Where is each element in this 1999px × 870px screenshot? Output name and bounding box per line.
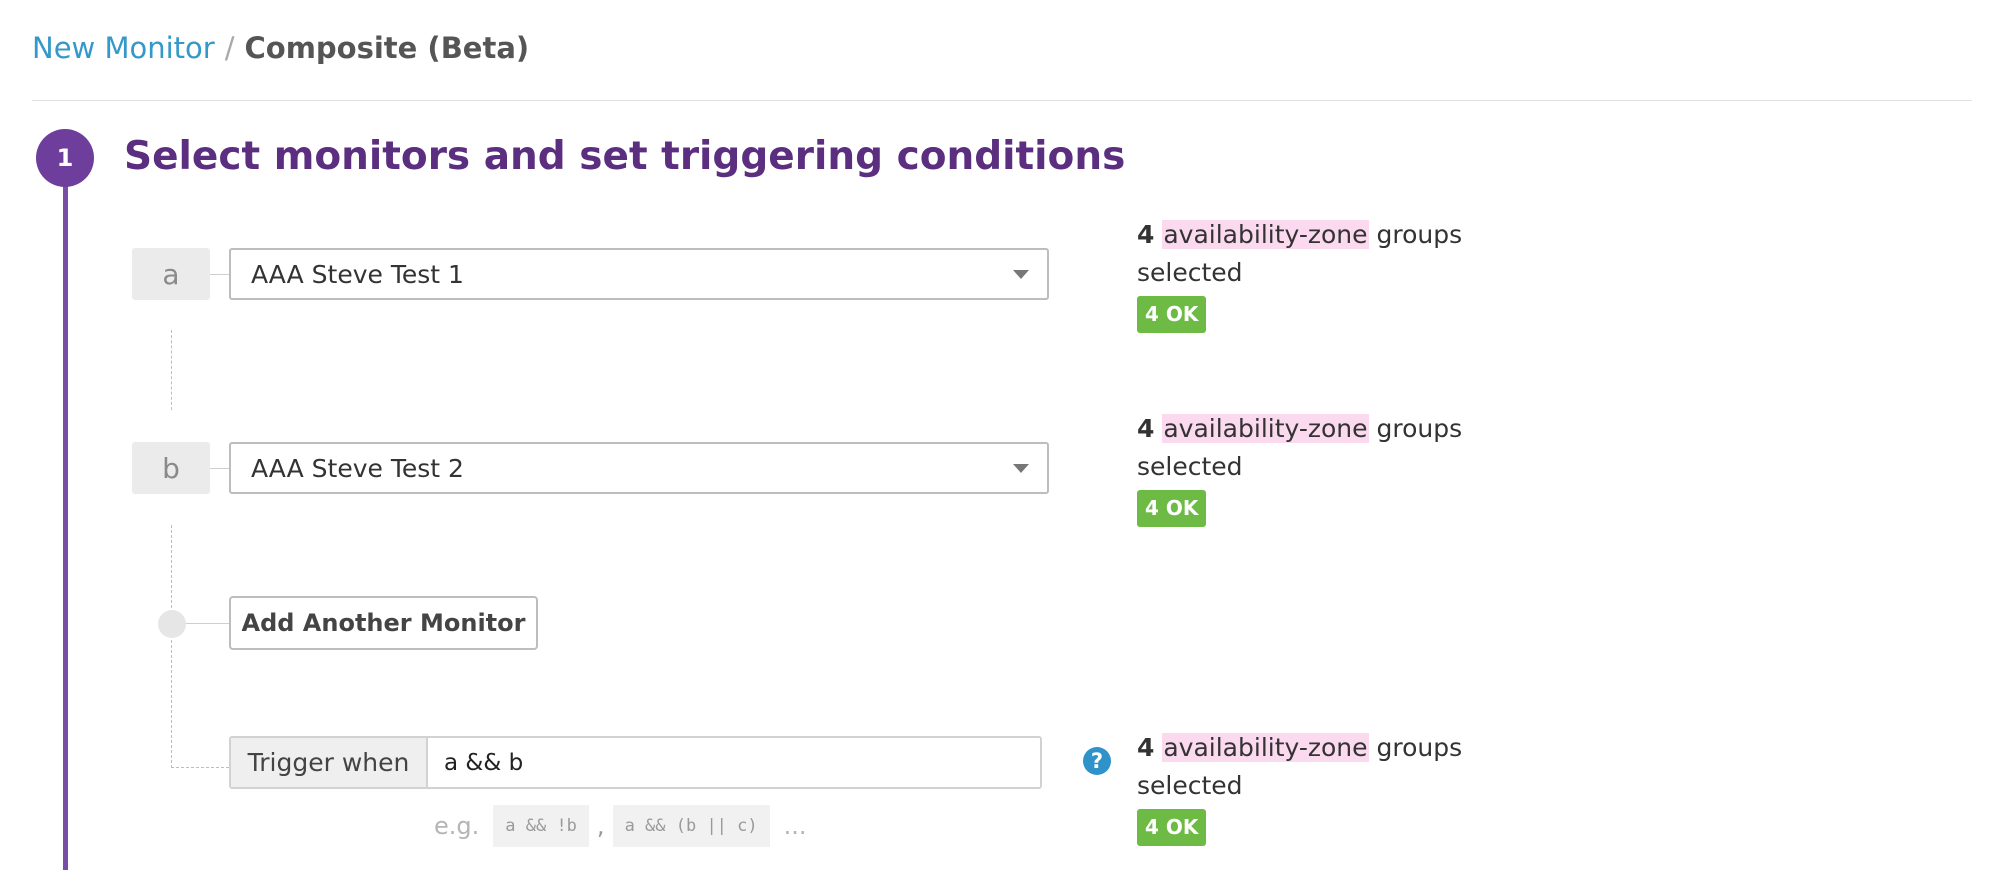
breadcrumb: New Monitor / Composite (Beta)	[32, 28, 529, 68]
header-divider	[32, 100, 1972, 101]
monitor-a-select[interactable]: AAA Steve Test 1	[229, 248, 1049, 300]
selected-label: selected	[1137, 258, 1243, 287]
examples-separator: ,	[596, 812, 605, 840]
selected-label: selected	[1137, 771, 1243, 800]
monitor-a-groups-info: 4 availability-zone groups selected 4 OK	[1137, 216, 1497, 333]
monitor-a-selected-value: AAA Steve Test 1	[251, 259, 464, 289]
examples-prefix: e.g.	[434, 812, 480, 840]
connector-add	[186, 623, 229, 624]
connector-a-select	[210, 274, 229, 275]
add-another-monitor-button[interactable]: Add Another Monitor	[229, 596, 538, 650]
status-badge-ok: 4 OK	[1137, 296, 1207, 333]
trigger-expression-input[interactable]	[428, 738, 1040, 787]
connector-b-select	[210, 468, 229, 469]
connector-trigger	[171, 767, 229, 768]
trigger-groups-info: 4 availability-zone groups selected 4 OK	[1137, 729, 1497, 846]
step-number-badge: 1	[36, 129, 94, 187]
groups-label: groups	[1376, 414, 1463, 443]
breadcrumb-current: Composite (Beta)	[244, 31, 530, 65]
group-tag: availability-zone	[1162, 733, 1369, 762]
groups-count: 4	[1137, 220, 1155, 249]
caret-down-icon	[1013, 270, 1029, 279]
status-badge-ok: 4 OK	[1137, 809, 1207, 846]
monitor-b-select[interactable]: AAA Steve Test 2	[229, 442, 1049, 494]
example-code: a && !b	[493, 805, 589, 847]
caret-down-icon	[1013, 464, 1029, 473]
monitor-b-groups-info: 4 availability-zone groups selected 4 OK	[1137, 410, 1497, 527]
question-circle-icon[interactable]: ?	[1083, 747, 1111, 775]
monitor-letter-b: b	[132, 442, 210, 494]
trigger-when-label: Trigger when	[231, 738, 428, 787]
example-code: a && (b || c)	[612, 805, 770, 847]
monitor-letter-a: a	[132, 248, 210, 300]
step-line	[63, 150, 68, 870]
trigger-examples: e.g. a && !b, a && (b || c) ...	[434, 805, 807, 847]
examples-ellipsis: ...	[783, 812, 807, 840]
group-tag: availability-zone	[1162, 414, 1369, 443]
monitor-b-selected-value: AAA Steve Test 2	[251, 453, 464, 483]
groups-label: groups	[1376, 733, 1463, 762]
connector-a-b	[171, 330, 172, 410]
group-tag: availability-zone	[1162, 220, 1369, 249]
selected-label: selected	[1137, 452, 1243, 481]
groups-label: groups	[1376, 220, 1463, 249]
add-monitor-dot	[158, 610, 186, 638]
groups-count: 4	[1137, 414, 1155, 443]
groups-count: 4	[1137, 733, 1155, 762]
trigger-condition-field: Trigger when	[229, 736, 1042, 789]
breadcrumb-separator: /	[224, 31, 235, 65]
step-title: Select monitors and set triggering condi…	[124, 134, 1126, 179]
connector-b-trigger	[171, 525, 172, 768]
breadcrumb-new-monitor-link[interactable]: New Monitor	[32, 31, 215, 65]
status-badge-ok: 4 OK	[1137, 490, 1207, 527]
